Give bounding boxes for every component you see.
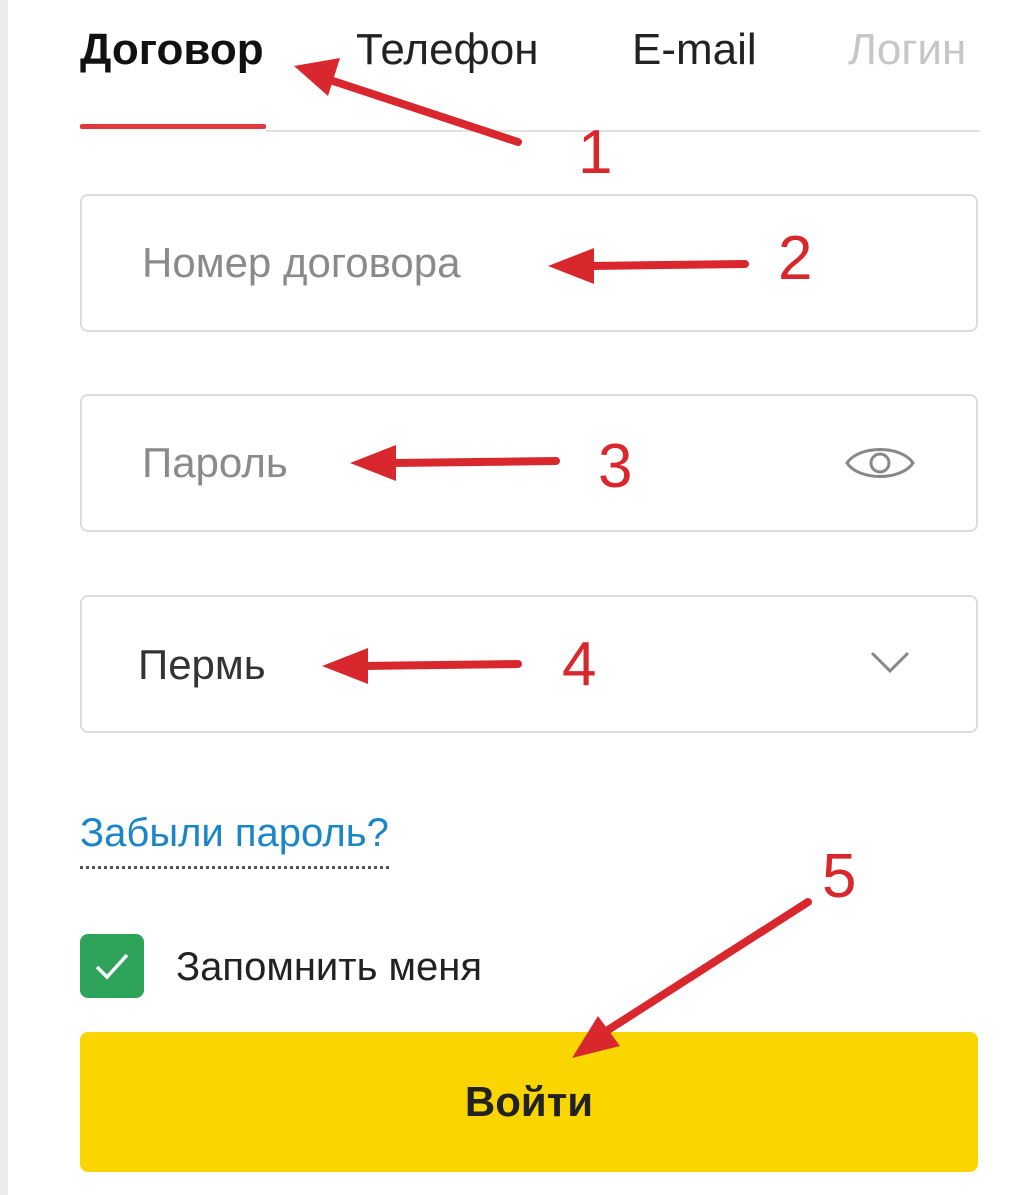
left-edge-strip — [0, 0, 8, 1195]
city-select[interactable]: Пермь — [80, 595, 978, 733]
contract-number-field — [80, 194, 978, 332]
password-field — [80, 394, 978, 532]
eye-icon[interactable] — [844, 441, 916, 485]
login-method-tabs: Договор Телефон E-mail Логин — [0, 0, 1024, 140]
active-tab-indicator — [80, 124, 266, 129]
tabs-divider — [266, 130, 980, 132]
annotation-number-5: 5 — [822, 842, 857, 911]
login-button[interactable]: Войти — [80, 1032, 978, 1172]
remember-me-checkbox[interactable] — [80, 934, 144, 998]
annotation-number-1: 1 — [578, 118, 613, 187]
password-input[interactable] — [142, 432, 802, 494]
forgot-password-link[interactable]: Забыли пароль? — [80, 806, 389, 869]
city-select-value: Пермь — [138, 641, 266, 688]
annotation-number-3: 3 — [598, 432, 633, 501]
tab-contract[interactable]: Договор — [80, 24, 264, 76]
tab-login[interactable]: Логин — [848, 24, 966, 76]
chevron-down-icon[interactable] — [868, 647, 912, 677]
remember-me-label: Запомнить меня — [176, 945, 483, 989]
contract-number-input[interactable] — [142, 232, 802, 294]
annotation-number-4: 4 — [562, 630, 597, 699]
tab-email[interactable]: E-mail — [632, 24, 757, 76]
check-icon — [95, 953, 129, 980]
annotation-number-2: 2 — [778, 224, 813, 293]
tab-phone[interactable]: Телефон — [356, 24, 539, 76]
